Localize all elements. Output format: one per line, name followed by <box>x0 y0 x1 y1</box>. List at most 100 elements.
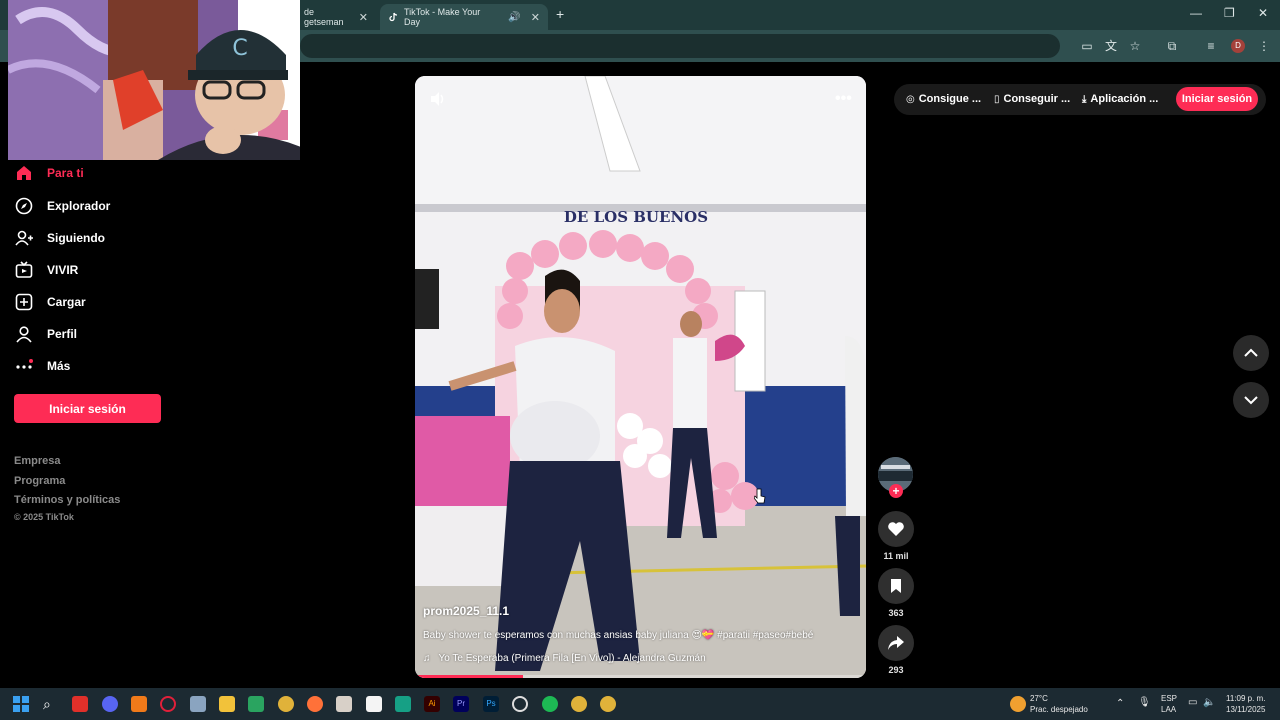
language-layout[interactable]: LAA <box>1161 705 1176 714</box>
following-icon <box>14 228 34 248</box>
app-orange-icon[interactable] <box>131 696 147 712</box>
video-caption: Baby shower te esperamos con muchas ansi… <box>423 630 814 641</box>
tab-title: TikTok - Make Your Day <box>404 7 481 27</box>
bookmark-star-icon[interactable]: ☆ <box>1128 39 1142 53</box>
browser-menu-icon[interactable]: ⋮ <box>1257 39 1271 53</box>
video-music[interactable]: ♫ Yo Te Esperaba (Primera Fila [En Vivo]… <box>423 653 706 664</box>
music-title: Yo Te Esperaba (Primera Fila [En Vivo]) … <box>438 653 706 664</box>
discord-icon[interactable] <box>102 696 118 712</box>
next-video-button[interactable] <box>1233 382 1269 418</box>
sidebar-login-button[interactable]: Iniciar sesión <box>14 394 161 423</box>
photoshop-icon[interactable]: Ps <box>483 696 499 712</box>
sidebar-item-label: Más <box>47 359 71 373</box>
get-coins-link[interactable]: ◎ Consigue ... <box>906 93 981 105</box>
obs-icon[interactable] <box>512 696 528 712</box>
firefox-icon[interactable] <box>307 696 323 712</box>
get-coins-label: Consigue ... <box>918 93 982 105</box>
cast-icon[interactable]: ▭ <box>1080 39 1094 53</box>
address-bar[interactable] <box>300 34 1060 58</box>
footer-link-empresa[interactable]: Empresa <box>14 455 60 467</box>
windows-start-icon[interactable] <box>13 696 29 712</box>
chrome-profile-icon[interactable] <box>600 696 616 712</box>
sidebar-item-vivir[interactable]: VIVIR <box>14 257 78 283</box>
premiere-icon[interactable]: Pr <box>453 696 469 712</box>
weather-description: Prac. despejado <box>1030 705 1088 714</box>
chrome-active-icon[interactable] <box>571 696 587 712</box>
webcam-overlay: C <box>8 0 300 160</box>
tray-chevron-up-icon[interactable]: ⌃ <box>1116 698 1124 709</box>
weather-temperature: 27°C <box>1030 694 1048 703</box>
volume-icon[interactable] <box>429 90 447 113</box>
illustrator-icon[interactable]: Ai <box>424 696 440 712</box>
sidebar-item-cargar[interactable]: Cargar <box>14 289 86 315</box>
get-app-label: Conseguir ... <box>1003 93 1071 105</box>
video-frame-image: DE LOS BUENOS <box>415 76 866 678</box>
desktop-app-link[interactable]: ⤓ Aplicación ... <box>1082 93 1158 105</box>
video-banner-text: DE LOS BUENOS <box>564 208 708 226</box>
profile-avatar[interactable]: D <box>1231 39 1245 53</box>
chrome-icon[interactable] <box>278 696 294 712</box>
share-count: 293 <box>888 665 904 675</box>
sidebar-item-para-ti[interactable]: Para ti <box>14 160 84 186</box>
store-icon[interactable] <box>190 696 206 712</box>
heart-icon <box>878 511 914 547</box>
sidebar-item-label: Perfil <box>47 327 78 341</box>
speaker-icon[interactable]: 🔈 <box>1203 697 1215 708</box>
app-gray-icon[interactable] <box>336 696 352 712</box>
video-progress-bar[interactable] <box>415 675 866 678</box>
close-window-icon[interactable]: ✕ <box>1258 6 1268 20</box>
tab-title: de getseman <box>304 7 344 27</box>
phone-icon: ▯ <box>994 93 1000 105</box>
share-button[interactable]: 293 <box>878 625 914 675</box>
drive-icon[interactable] <box>248 696 264 712</box>
copyright-text: © 2025 TikTok <box>14 512 74 522</box>
footer-link-programa[interactable]: Programa <box>14 475 65 487</box>
get-app-link[interactable]: ▯ Conseguir ... <box>994 93 1070 105</box>
video-username[interactable]: prom2025_11.1 <box>423 604 509 618</box>
sidebar-item-mas[interactable]: Más <box>14 353 70 379</box>
extensions-icon[interactable]: ⧉ <box>1165 39 1179 53</box>
sidebar-item-explorador[interactable]: Explorador <box>14 193 110 219</box>
previous-video-button[interactable] <box>1233 335 1269 371</box>
chevron-down-icon <box>1244 396 1258 405</box>
mouse-cursor-icon <box>753 488 766 509</box>
sidebar-item-label: Para ti <box>47 166 84 180</box>
document-icon[interactable] <box>366 696 382 712</box>
tab-audio-icon[interactable]: 🔊 <box>508 12 520 23</box>
follow-plus-icon[interactable]: + <box>889 484 903 498</box>
spotify-icon[interactable] <box>542 696 558 712</box>
sidebar-item-siguiendo[interactable]: Siguiendo <box>14 225 105 251</box>
app-teal-icon[interactable] <box>395 696 411 712</box>
app-red-icon[interactable] <box>72 696 88 712</box>
translate-icon[interactable]: 文 <box>1104 39 1118 53</box>
network-icon[interactable]: ▭ <box>1188 697 1197 708</box>
opera-icon[interactable] <box>160 696 176 712</box>
clock-date[interactable]: 13/11/2025 <box>1226 705 1265 714</box>
tab-getsemani[interactable]: de getseman ✕ <box>296 4 376 30</box>
minimize-icon[interactable]: — <box>1190 6 1202 20</box>
microphone-icon[interactable]: 🎙 <box>1138 697 1151 708</box>
video-player[interactable]: DE LOS BUENOS ••• prom2025_11.1 Baby sho… <box>415 76 866 678</box>
close-tab-icon[interactable]: ✕ <box>531 11 540 24</box>
save-count: 363 <box>888 608 904 618</box>
footer-link-terminos[interactable]: Términos y políticas <box>14 494 120 506</box>
save-button[interactable]: 363 <box>878 568 914 618</box>
media-controls-icon[interactable]: ≡ <box>1204 39 1218 53</box>
sidebar-item-perfil[interactable]: Perfil <box>14 321 77 347</box>
language-code[interactable]: ESP <box>1161 694 1177 703</box>
weather-icon[interactable] <box>1010 696 1026 712</box>
close-tab-icon[interactable]: ✕ <box>359 11 368 24</box>
tab-tiktok[interactable]: TikTok - Make Your Day 🔊 ✕ <box>380 4 548 30</box>
home-icon <box>14 163 34 183</box>
desktop-app-label: Aplicación ... <box>1090 93 1159 105</box>
video-more-options-icon[interactable]: ••• <box>835 90 852 108</box>
video-progress-fill <box>415 675 524 678</box>
search-icon[interactable]: ⌕ <box>43 696 59 712</box>
maximize-icon[interactable]: ❐ <box>1224 6 1235 20</box>
new-tab-button[interactable]: + <box>556 6 564 22</box>
top-signin-button[interactable]: Iniciar sesión <box>1176 87 1258 111</box>
file-explorer-icon[interactable] <box>219 696 235 712</box>
like-button[interactable]: 11 mil <box>878 511 914 561</box>
clock-time[interactable]: 11:09 p. m. <box>1226 694 1265 703</box>
tiktok-favicon-icon <box>388 12 398 22</box>
